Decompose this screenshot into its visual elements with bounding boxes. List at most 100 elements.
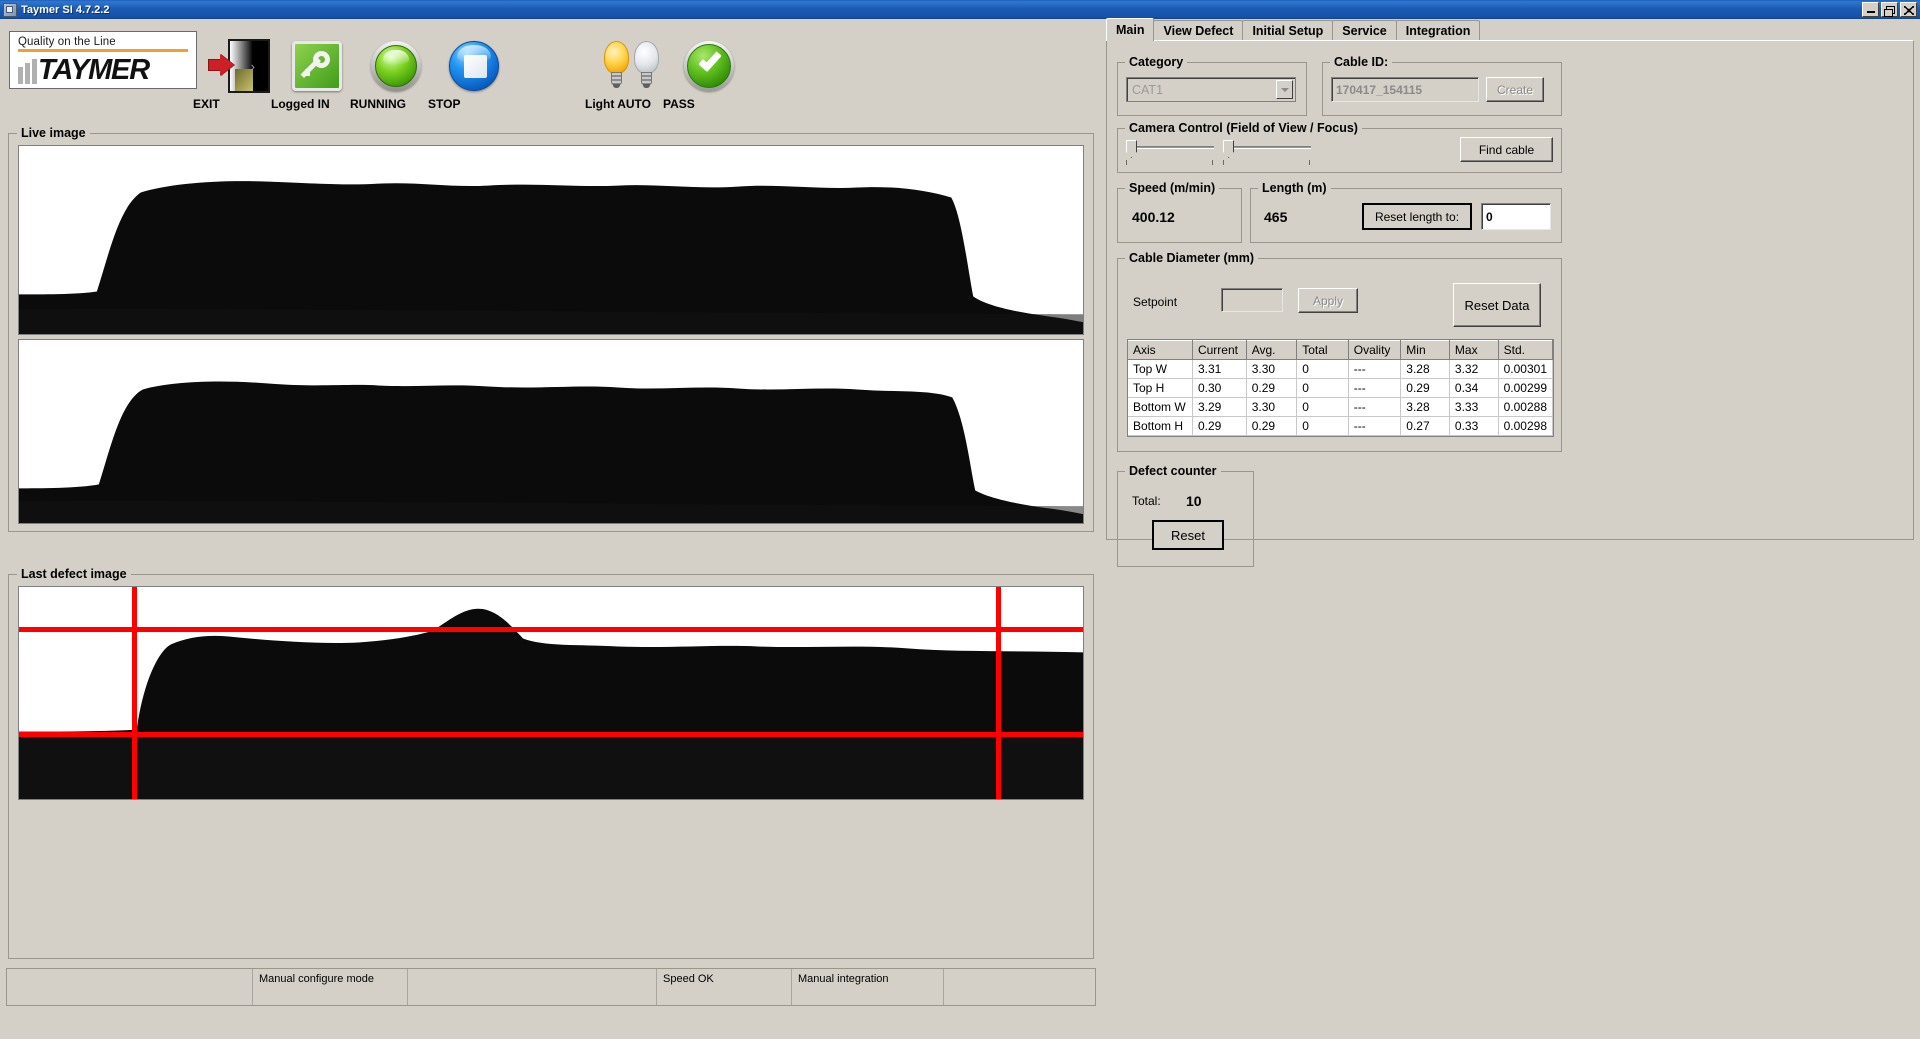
cell-min: 3.28 xyxy=(1400,359,1450,379)
cell-total: 0 xyxy=(1296,416,1349,436)
cell-total: 0 xyxy=(1296,359,1349,379)
tab-integration[interactable]: Integration xyxy=(1395,20,1481,41)
status-cell-0 xyxy=(7,969,253,1005)
cell-avg: 3.30 xyxy=(1246,359,1298,379)
cell-current: 0.30 xyxy=(1192,378,1247,398)
length-title: Length (m) xyxy=(1258,181,1331,195)
cell-ovality: --- xyxy=(1348,416,1402,436)
tab-main[interactable]: Main xyxy=(1106,18,1155,41)
defect-total-value: 10 xyxy=(1186,493,1202,509)
cell-ovality: --- xyxy=(1348,359,1402,379)
reset-length-button[interactable]: Reset length to: xyxy=(1362,203,1472,230)
last-defect-image-view[interactable] xyxy=(18,586,1084,800)
cable-id-field[interactable]: 170417_154115 xyxy=(1331,77,1479,102)
logged-in-button-label: Logged IN xyxy=(271,97,330,111)
tab-panel-main: Category CAT1 Cable ID: 170417_154115 Cr… xyxy=(1106,40,1914,567)
exit-button-label: EXIT xyxy=(193,97,220,111)
minimize-button[interactable] xyxy=(1862,2,1879,17)
cell-axis: Top H xyxy=(1128,378,1193,398)
right-panel: Main View Defect Initial Setup Service I… xyxy=(1100,18,1920,1039)
category-fieldset: Category CAT1 xyxy=(1117,55,1307,116)
field-of-view-slider[interactable] xyxy=(1126,138,1214,165)
defect-total-label: Total: xyxy=(1132,494,1161,508)
toolbar: Quality on the Line TAYMER › EXIT Logged… xyxy=(0,19,1103,124)
cable-id-title: Cable ID: xyxy=(1330,55,1393,69)
defect-cable-profile xyxy=(19,587,1083,799)
cell-std: 0.00299 xyxy=(1498,378,1554,398)
logo-wordmark: TAYMER xyxy=(38,54,150,86)
maximize-restore-button[interactable] xyxy=(1881,2,1898,17)
live-bottom-cable-profile xyxy=(19,340,1083,523)
table-header-row: Axis Current Avg. Total Ovality Min Max … xyxy=(1128,340,1554,360)
length-value: 465 xyxy=(1264,209,1288,225)
last-defect-title: Last defect image xyxy=(17,567,131,581)
cell-min: 0.27 xyxy=(1400,416,1450,436)
table-row: Bottom H 0.29 0.29 0 --- 0.27 0.33 0.002… xyxy=(1128,416,1554,436)
cell-min: 0.29 xyxy=(1400,378,1450,398)
col-ovality: Ovality xyxy=(1348,340,1402,360)
cable-diameter-title: Cable Diameter (mm) xyxy=(1125,251,1259,265)
reset-data-button[interactable]: Reset Data xyxy=(1453,283,1541,327)
window-title: Taymer SI 4.7.2.2 xyxy=(21,3,110,16)
tab-service[interactable]: Service xyxy=(1332,20,1397,41)
col-axis: Axis xyxy=(1128,340,1193,360)
category-select[interactable]: CAT1 xyxy=(1126,77,1296,102)
stop-button[interactable]: STOP xyxy=(428,37,520,111)
cell-ovality: --- xyxy=(1348,397,1402,417)
status-cell-integration: Manual integration xyxy=(792,969,944,1005)
category-selected-value: CAT1 xyxy=(1132,82,1164,97)
length-fieldset: Length (m) 465 Reset length to: 0 xyxy=(1250,181,1562,243)
defect-crosshair-horizontal-bottom xyxy=(19,732,1083,737)
title-bar: Taymer SI 4.7.2.2 xyxy=(0,0,1920,19)
tab-initial-setup[interactable]: Initial Setup xyxy=(1242,20,1334,41)
setpoint-input[interactable] xyxy=(1221,288,1283,312)
find-cable-button[interactable]: Find cable xyxy=(1460,137,1553,162)
tab-view-defect[interactable]: View Defect xyxy=(1153,20,1244,41)
reset-length-input[interactable]: 0 xyxy=(1481,203,1551,230)
cell-axis: Bottom W xyxy=(1128,397,1193,417)
logo-rule xyxy=(18,49,188,52)
live-image-top-view[interactable] xyxy=(18,145,1084,335)
cell-min: 3.28 xyxy=(1400,397,1450,417)
status-cell-mode: Manual configure mode xyxy=(253,969,408,1005)
cell-avg: 0.29 xyxy=(1246,416,1298,436)
cell-current: 3.29 xyxy=(1192,397,1247,417)
defect-crosshair-vertical-left xyxy=(132,587,137,799)
speed-fieldset: Speed (m/min) 400.12 xyxy=(1117,181,1242,243)
restore-icon xyxy=(1884,6,1895,17)
live-image-bottom-view[interactable] xyxy=(18,339,1084,524)
close-button[interactable] xyxy=(1900,2,1917,17)
exit-door-icon: › xyxy=(208,39,270,93)
diameter-table: Axis Current Avg. Total Ovality Min Max … xyxy=(1127,339,1554,437)
focus-slider[interactable] xyxy=(1223,138,1311,165)
defect-counter-fieldset: Defect counter Total: 10 Reset xyxy=(1117,464,1254,567)
logo-bars-icon xyxy=(18,59,37,84)
cell-std: 0.00298 xyxy=(1498,416,1554,436)
reset-defect-counter-button[interactable]: Reset xyxy=(1152,520,1224,550)
close-icon xyxy=(1904,6,1914,15)
create-cable-id-button[interactable]: Create xyxy=(1486,77,1544,102)
defect-crosshair-vertical-right xyxy=(996,587,1001,799)
pass-status-button[interactable]: PASS xyxy=(663,37,755,111)
table-row: Top W 3.31 3.30 0 --- 3.28 3.32 0.00301 xyxy=(1128,359,1554,379)
cell-avg: 0.29 xyxy=(1246,378,1298,398)
chevron-down-icon[interactable] xyxy=(1276,80,1293,99)
cell-total: 0 xyxy=(1296,378,1349,398)
app-icon xyxy=(3,2,17,17)
status-cell-5 xyxy=(944,969,1095,1005)
category-title: Category xyxy=(1125,55,1188,69)
cable-id-fieldset: Cable ID: 170417_154115 Create xyxy=(1322,55,1562,116)
col-std: Std. xyxy=(1498,340,1554,360)
cell-avg: 3.30 xyxy=(1246,397,1298,417)
key-icon xyxy=(292,41,342,91)
status-cell-speed: Speed OK xyxy=(657,969,792,1005)
tab-strip: Main View Defect Initial Setup Service I… xyxy=(1106,18,1481,41)
stop-button-label: STOP xyxy=(428,97,461,111)
defect-crosshair-horizontal-top xyxy=(19,627,1083,632)
apply-setpoint-button[interactable]: Apply xyxy=(1298,288,1358,313)
col-max: Max xyxy=(1449,340,1499,360)
live-image-group: Live image xyxy=(8,126,1094,532)
pass-status-label: PASS xyxy=(663,97,695,111)
green-check-icon xyxy=(684,41,734,91)
green-lamp-icon xyxy=(371,41,421,91)
